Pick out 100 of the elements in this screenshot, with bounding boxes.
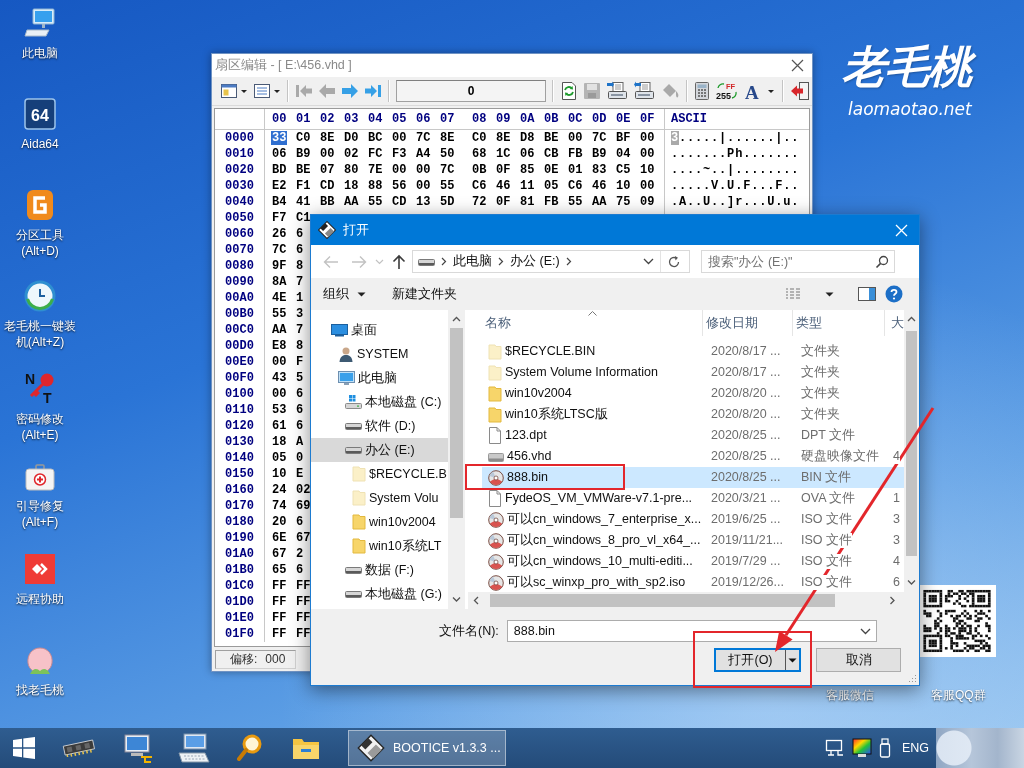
tree-item[interactable]: 此电脑 [311, 366, 448, 390]
address-bar[interactable]: 此电脑 办公 (E:) [412, 250, 690, 273]
hex-byte[interactable]: BE [543, 131, 560, 145]
hex-byte[interactable]: 46 [591, 179, 608, 193]
hex-byte[interactable]: 5 [295, 371, 305, 385]
hex-byte[interactable]: 6 [295, 243, 305, 257]
tree-item[interactable]: System Volu [311, 486, 448, 510]
hex-byte[interactable]: F7 [271, 211, 288, 225]
hex-byte[interactable]: 8E [319, 131, 336, 145]
hex-byte[interactable]: FB [543, 195, 560, 209]
scroll-down-icon[interactable] [907, 579, 916, 586]
hex-byte[interactable]: 06 [519, 147, 536, 161]
hex-byte[interactable]: 6 [295, 227, 305, 241]
diamond-logo-icon[interactable] [24, 553, 56, 585]
hex-byte[interactable]: 56 [391, 179, 408, 193]
hex-byte[interactable]: 55 [271, 307, 288, 321]
hex-byte[interactable]: 00 [319, 147, 336, 161]
chevron-icon[interactable] [565, 257, 572, 266]
hex-byte[interactable]: FF [295, 611, 312, 625]
file-row[interactable]: 456.vhd 2020/8/25 ... 硬盘映像文件 4 [482, 446, 904, 467]
hex-byte[interactable]: 10 [639, 163, 656, 177]
hex-byte[interactable]: C6 [471, 179, 488, 193]
hex-byte[interactable]: 46 [495, 179, 512, 193]
hex-byte[interactable]: 6E [271, 531, 288, 545]
hex-byte[interactable]: 09 [639, 195, 656, 209]
refresh-icon[interactable] [667, 254, 681, 269]
hex-byte[interactable]: FF [295, 579, 312, 593]
hex-byte[interactable]: F [295, 355, 305, 369]
caret-icon[interactable] [859, 627, 871, 635]
scroll-down-icon[interactable] [452, 596, 461, 603]
hex-byte[interactable]: 00 [271, 355, 288, 369]
hex-byte[interactable]: 4E [271, 291, 288, 305]
hex-byte[interactable]: 18 [343, 179, 360, 193]
hex-byte[interactable]: 83 [591, 163, 608, 177]
help-icon[interactable] [885, 285, 903, 303]
hex-byte[interactable]: 7C [439, 163, 456, 177]
hex-byte[interactable]: BF [615, 131, 632, 145]
hex-byte[interactable]: BC [367, 131, 384, 145]
column-header[interactable]: 大 [885, 310, 904, 336]
hex-byte[interactable]: 02 [295, 483, 312, 497]
hex-byte[interactable]: 7C [591, 131, 608, 145]
hex-byte[interactable]: 8E [495, 131, 512, 145]
hex-byte[interactable]: 67 [271, 547, 288, 561]
organize-button[interactable]: 组织 [323, 285, 366, 303]
hex-byte[interactable]: 00 [639, 131, 656, 145]
computer-icon[interactable] [24, 7, 56, 39]
file-row[interactable]: win10v2004 2020/8/20 ... 文件夹 [482, 383, 904, 404]
hex-byte[interactable]: 6 [295, 563, 305, 577]
hex-byte[interactable]: F1 [295, 179, 312, 193]
hex-byte[interactable]: 0 [295, 451, 305, 465]
hex-byte[interactable]: 6 [295, 403, 305, 417]
hex-byte[interactable]: 24 [271, 483, 288, 497]
search-icon[interactable] [875, 254, 889, 269]
hex-byte[interactable]: 00 [271, 387, 288, 401]
scrollbar-thumb[interactable] [906, 331, 917, 556]
open-button[interactable]: 打开(O) [714, 648, 801, 672]
keyboard-icon[interactable] [178, 733, 210, 763]
hex-byte[interactable]: 75 [615, 195, 632, 209]
taskbar-button[interactable]: BOOTICE v1.3.3 ... [348, 730, 506, 766]
tree-item[interactable]: 软件 (D:) [311, 414, 448, 438]
hex-byte[interactable]: 41 [295, 195, 312, 209]
hex-byte[interactable]: 50 [439, 147, 456, 161]
breadcrumb-item[interactable]: 此电脑 [453, 253, 492, 270]
hex-byte[interactable]: 20 [271, 515, 288, 529]
hex-byte[interactable]: CB [543, 147, 560, 161]
breadcrumb-item[interactable]: 办公 (E:) [510, 253, 560, 270]
tree-item[interactable]: $RECYCLE.B [311, 462, 448, 486]
file-row[interactable]: $RECYCLE.BIN 2020/8/17 ... 文件夹 [482, 341, 904, 362]
hex-byte[interactable]: 8A [271, 275, 288, 289]
caret-icon[interactable] [825, 291, 834, 297]
hex-byte[interactable]: 10 [615, 179, 632, 193]
hex-byte[interactable]: FF [295, 627, 312, 641]
magnifier-icon[interactable] [237, 734, 263, 762]
search-field[interactable]: 搜索"办公 (E:)" [701, 250, 895, 273]
hex-byte[interactable]: 85 [519, 163, 536, 177]
calculator-icon[interactable] [694, 81, 710, 101]
hex-byte[interactable]: C6 [567, 179, 584, 193]
sector-field[interactable]: 0 [396, 80, 546, 102]
hex-byte[interactable]: BB [319, 195, 336, 209]
first-aid-kit-icon[interactable] [24, 462, 56, 492]
preview-pane-icon[interactable] [858, 287, 876, 301]
hex-byte[interactable]: D8 [519, 131, 536, 145]
hex-byte[interactable]: 8 [295, 259, 305, 273]
hex-byte[interactable]: C1 [295, 211, 312, 225]
hex-byte[interactable]: 2 [295, 547, 305, 561]
hex-byte[interactable]: 88 [367, 179, 384, 193]
hex-byte[interactable]: 18 [271, 435, 288, 449]
hex-byte[interactable]: 8E [439, 131, 456, 145]
hex-byte[interactable]: 0E [543, 163, 560, 177]
hex-byte[interactable]: BD [271, 163, 288, 177]
hex-byte[interactable]: 13 [415, 195, 432, 209]
hex-byte[interactable]: 11 [519, 179, 536, 193]
file-row[interactable]: 可以cn_windows_10_multi-editi... 2019/7/29 ... ISO 文件 4 [482, 551, 904, 572]
hex-byte[interactable]: 00 [415, 179, 432, 193]
hex-byte[interactable]: 06 [271, 147, 288, 161]
file-row[interactable]: win10系统LTSC版 2020/8/20 ... 文件夹 [482, 404, 904, 425]
file-row[interactable]: 888.bin 2020/8/25 ... BIN 文件 [482, 467, 904, 488]
hex-byte[interactable]: 7 [295, 323, 305, 337]
hex-byte[interactable]: 69 [295, 499, 312, 513]
printer-icon[interactable] [606, 81, 628, 101]
